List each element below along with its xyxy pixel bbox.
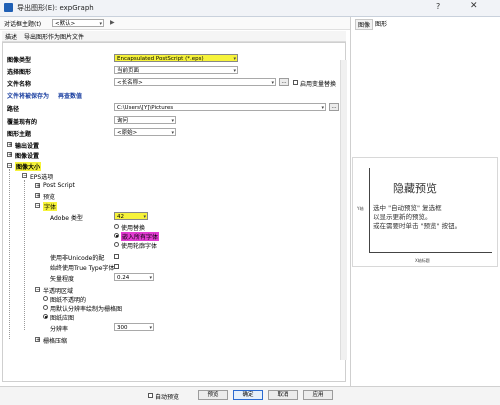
ok-button[interactable]: 确定 [233, 390, 263, 400]
chevron-down-icon: ▾ [233, 56, 236, 62]
trans-opt2-radio[interactable] [43, 305, 48, 310]
chevron-down-icon: ▾ [233, 68, 236, 74]
image-type-label: 图像类型 [7, 57, 32, 64]
cancel-button[interactable]: 取消 [268, 390, 298, 400]
resolution-label: 分辨率 [50, 326, 69, 333]
help-button[interactable]: ? [436, 2, 440, 11]
description-row: 描述 导出图形作为图片文件 [2, 31, 346, 42]
adobe-type-select[interactable]: 42 ▾ [114, 212, 148, 220]
tab-graph[interactable]: 图形 [373, 19, 389, 28]
file-save-label: 文件将被保存为 [7, 93, 50, 100]
output-settings-label[interactable]: 输出设置 [15, 141, 39, 150]
close-button[interactable]: ✕ [470, 1, 478, 11]
panel-scrollbar[interactable] [340, 60, 347, 360]
preview-canvas: 隐藏预览 选中 "自动预览" 复选框 以显示更新的预览。 或在需要时单击 "预览… [352, 157, 498, 267]
use-outline-radio[interactable] [114, 242, 119, 247]
select-graph-select[interactable]: 当前页面 ▾ [114, 66, 238, 74]
overwrite-label: 覆盖现有的 [7, 119, 38, 126]
path-browse-button[interactable]: ... [329, 103, 339, 111]
image-size-expander[interactable]: − [7, 163, 12, 169]
chevron-down-icon: ▾ [149, 325, 152, 331]
preview-title: 隐藏预览 [393, 182, 437, 195]
tab-image[interactable]: 图像 [355, 19, 374, 30]
trans-opt1-label: 图纸不透明的 [50, 297, 87, 304]
use-unicode-label: 使用非Unicode的配 [50, 255, 105, 262]
eps-options-label[interactable]: EPS选项 [30, 172, 53, 181]
postscript-label[interactable]: Post Script [43, 182, 75, 189]
always-truetype-label: 始终使用True Type字体 [50, 265, 115, 272]
enable-var-checkbox[interactable] [293, 80, 298, 85]
description-label: 描述 [5, 34, 18, 41]
vector-level-label: 矢量程度 [50, 276, 75, 283]
file-name-input[interactable]: <长名称> ▾ [114, 78, 276, 86]
font-section-label[interactable]: 字体 [43, 202, 58, 211]
tree-guide [9, 169, 10, 339]
graph-theme-label: 图形主题 [7, 131, 32, 138]
embed-font-label: 嵌入所有字体 [121, 232, 160, 241]
select-graph-label: 选择图形 [7, 69, 32, 76]
path-label: 路径 [7, 106, 20, 113]
auto-preview-checkbox[interactable] [148, 393, 153, 398]
file-name-browse-button[interactable]: ... [279, 78, 289, 86]
chevron-down-icon: ▾ [271, 80, 274, 86]
vector-level-select[interactable]: 0.24 ▾ [114, 273, 154, 281]
chevron-down-icon: ▾ [149, 275, 152, 281]
transparency-label[interactable]: 半透明区域 [43, 286, 73, 295]
title-bar: 导出图形(E): expGraph ? ✕ [0, 0, 500, 17]
eps-options-expander[interactable]: − [22, 173, 27, 179]
trans-opt2-label: 用默认分辨率绘制为栅格图 [50, 306, 123, 313]
dialog-theme-select[interactable]: <默认> ▾ [52, 19, 104, 27]
preview-button[interactable]: 预览 [198, 390, 228, 400]
enable-var-label: 启用变量替换 [300, 81, 337, 88]
trans-opt1-radio[interactable] [43, 296, 48, 301]
recalc-link[interactable]: 再查数值 [58, 91, 82, 100]
trans-opt3-radio[interactable] [43, 314, 48, 319]
clip-path-expander[interactable]: + [35, 337, 40, 343]
graph-theme-select[interactable]: <原始> ▾ [114, 128, 176, 136]
resolution-select[interactable]: 300 ▾ [114, 323, 154, 331]
chevron-down-icon: ▾ [143, 214, 146, 220]
font-expander[interactable]: − [35, 203, 40, 209]
overwrite-select[interactable]: 询问 ▾ [114, 116, 176, 124]
chevron-down-icon: ▾ [321, 105, 324, 111]
file-name-label: 文件名称 [7, 81, 32, 88]
output-settings-expander[interactable]: + [7, 142, 12, 148]
trans-opt3-label: 图纸应图 [50, 315, 75, 322]
image-settings-label[interactable]: 图像设置 [15, 151, 39, 160]
image-type-select[interactable]: Encapsulated PostScript (*.eps) ▾ [114, 54, 238, 62]
chevron-down-icon: ▾ [171, 118, 174, 124]
tree-guide [24, 180, 25, 330]
chevron-down-icon: ▾ [99, 21, 102, 27]
description-value: 导出图形作为图片文件 [24, 34, 85, 41]
embed-font-radio[interactable] [114, 233, 119, 238]
use-replace-radio[interactable] [114, 224, 119, 229]
preview-x-axis-label: X轴标题 [415, 258, 430, 263]
use-replace-label: 使用替换 [121, 225, 146, 232]
window-title: 导出图形(E): expGraph [17, 4, 94, 12]
auto-preview-label: 自动预览 [155, 394, 180, 401]
clip-path-label[interactable]: 栅格压缩 [43, 336, 67, 345]
adobe-type-label: Adobe 类型 [50, 215, 83, 222]
use-outline-label: 使用轮廓字体 [121, 243, 158, 250]
always-truetype-checkbox[interactable] [114, 264, 119, 269]
preview-expander[interactable]: + [35, 193, 40, 199]
apply-button[interactable]: 应用 [303, 390, 333, 400]
toolbar-arrow[interactable]: ▶ [110, 19, 115, 26]
button-bar: 自动预览 预览 确定 取消 应用 [0, 386, 500, 405]
path-input[interactable]: C:\Users\[Y]\Pictures ▾ [114, 103, 326, 111]
preview-hint-3: 或在需要时单击 "预览" 按钮。 [373, 222, 462, 230]
transparency-expander[interactable]: − [35, 287, 40, 293]
preview-section-label[interactable]: 预览 [43, 192, 55, 201]
dialog-theme-label: 对话框主题(t) [4, 21, 42, 28]
preview-y-axis-label: Y轴 [357, 206, 364, 211]
image-settings-expander[interactable]: + [7, 152, 12, 158]
chevron-down-icon: ▾ [171, 130, 174, 136]
image-size-label[interactable]: 图像大小 [15, 162, 42, 171]
use-unicode-checkbox[interactable] [114, 254, 119, 259]
postscript-expander[interactable]: + [35, 183, 40, 189]
app-icon [4, 3, 13, 12]
